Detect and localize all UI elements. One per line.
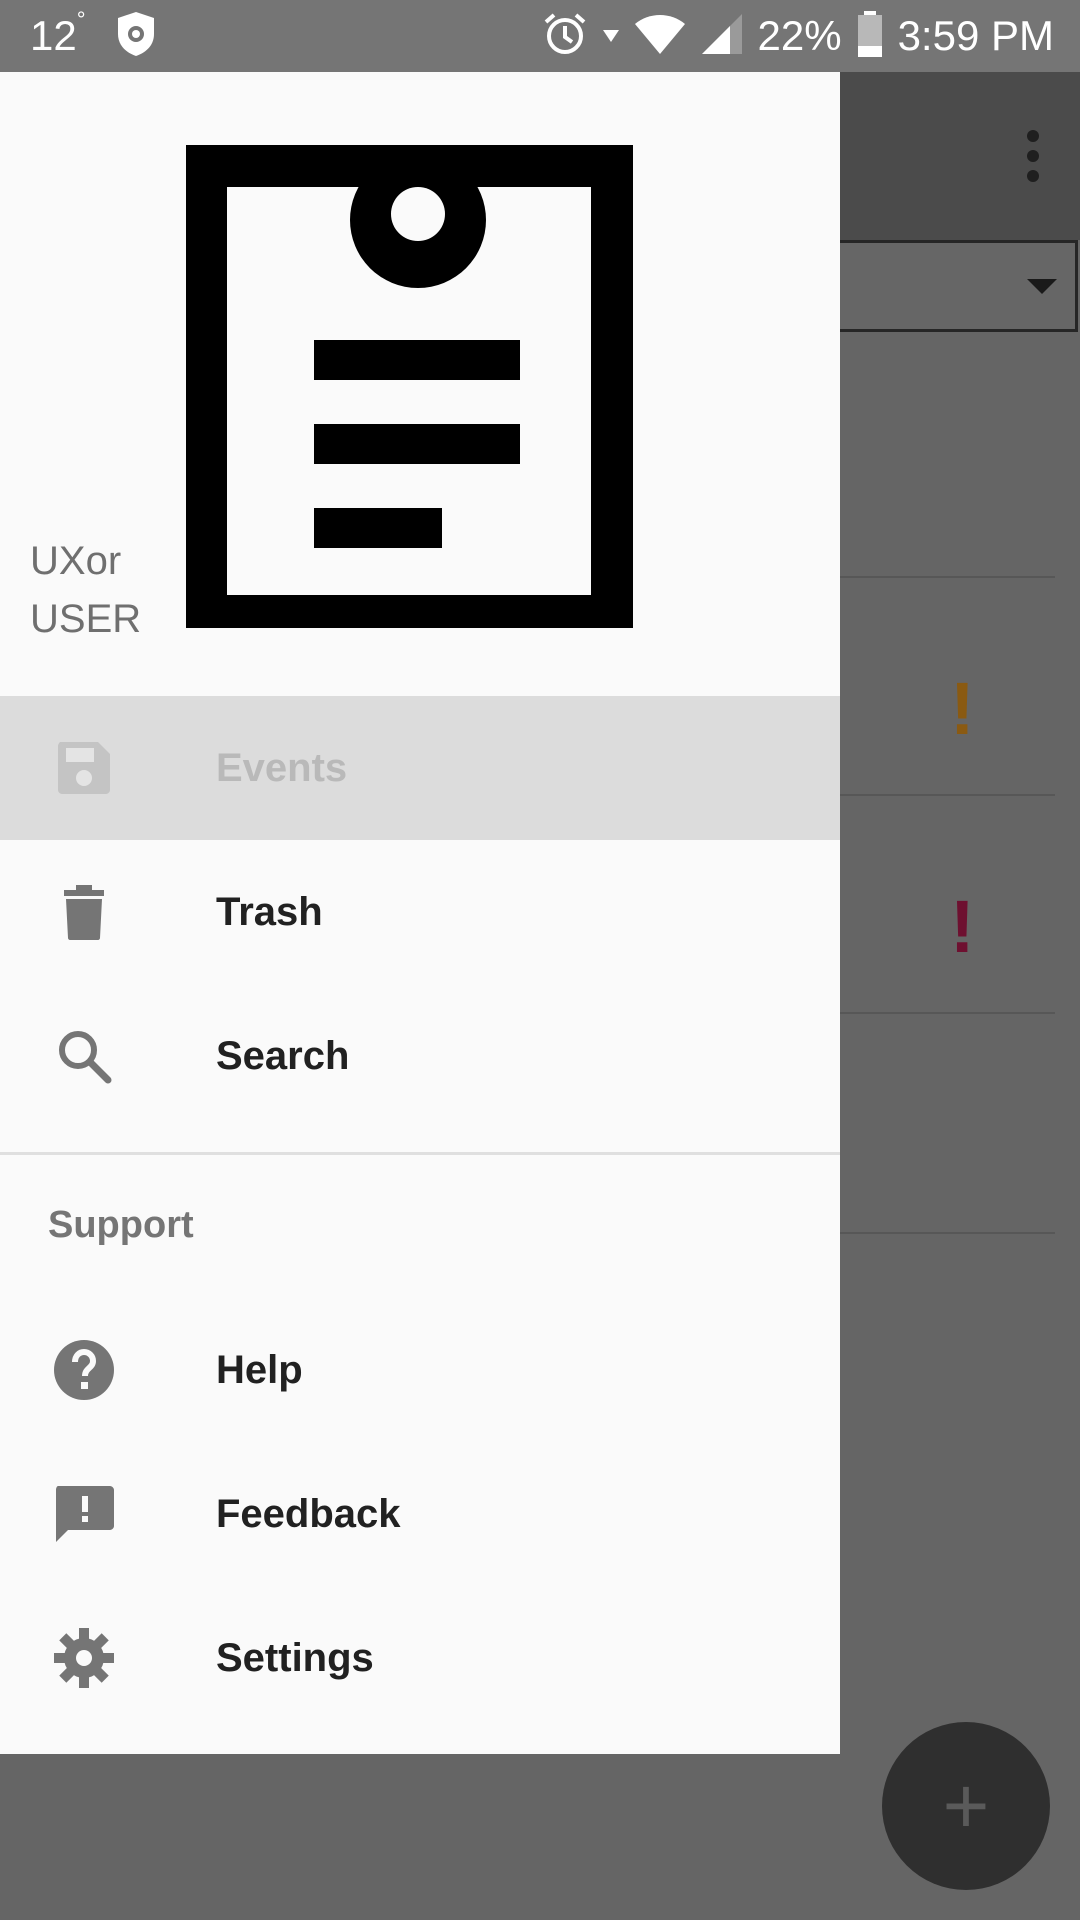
help-icon — [50, 1336, 118, 1404]
filter-dropdown[interactable] — [830, 240, 1078, 332]
section-header-support: Support — [48, 1204, 194, 1246]
nav-item-search[interactable]: Search — [0, 984, 840, 1128]
drawer-divider — [0, 1152, 840, 1155]
nav-item-trash[interactable]: Trash — [0, 840, 840, 984]
nav-item-label: Settings — [216, 1635, 374, 1680]
temperature-readout: 12° — [30, 7, 86, 59]
nav-item-feedback[interactable]: Feedback — [0, 1442, 840, 1586]
signal-icon — [700, 12, 744, 61]
screen: 12° 22% 3:59 PM ! ! + UXor USER Events T… — [0, 0, 1080, 1920]
shield-icon — [114, 10, 158, 63]
dropdown-arrow-icon — [1027, 279, 1057, 294]
nav-item-help[interactable]: Help — [0, 1298, 840, 1442]
save-icon — [50, 734, 118, 802]
nav-item-label: Trash — [216, 889, 323, 934]
user-name: UXor USER — [30, 539, 142, 641]
settings-icon — [50, 1624, 118, 1692]
feedback-icon — [50, 1480, 118, 1548]
search-icon — [50, 1022, 118, 1090]
nav-item-label: Feedback — [216, 1491, 401, 1536]
list-divider — [840, 1232, 1055, 1234]
list-divider — [840, 576, 1055, 578]
battery-percent: 22% — [757, 12, 842, 59]
trash-icon — [50, 878, 118, 946]
list-divider — [840, 1012, 1055, 1014]
wifi-icon — [634, 12, 686, 61]
navigation-drawer: UXor USER Events Trash Search Support He… — [0, 72, 840, 1754]
plus-icon: + — [942, 1761, 990, 1850]
overflow-menu-icon[interactable] — [1026, 130, 1040, 182]
status-bar: 12° 22% 3:59 PM — [0, 0, 1080, 72]
clock: 3:59 PM — [897, 12, 1054, 59]
alarm-icon — [542, 11, 588, 62]
nav-item-settings[interactable]: Settings — [0, 1586, 840, 1730]
priority-icon: ! — [950, 885, 975, 968]
nav-item-label: Search — [216, 1033, 350, 1078]
list-divider — [840, 794, 1055, 796]
clipboard-logo-icon — [185, 108, 646, 637]
data-arrow-icon — [602, 24, 620, 49]
nav-item-label: Events — [216, 745, 348, 790]
drawer-header: UXor USER — [0, 72, 840, 696]
add-fab-button[interactable]: + — [882, 1722, 1050, 1890]
nav-item-events[interactable]: Events — [0, 696, 840, 840]
priority-icon: ! — [950, 667, 975, 750]
battery-icon — [856, 10, 884, 63]
nav-item-label: Help — [216, 1347, 303, 1392]
